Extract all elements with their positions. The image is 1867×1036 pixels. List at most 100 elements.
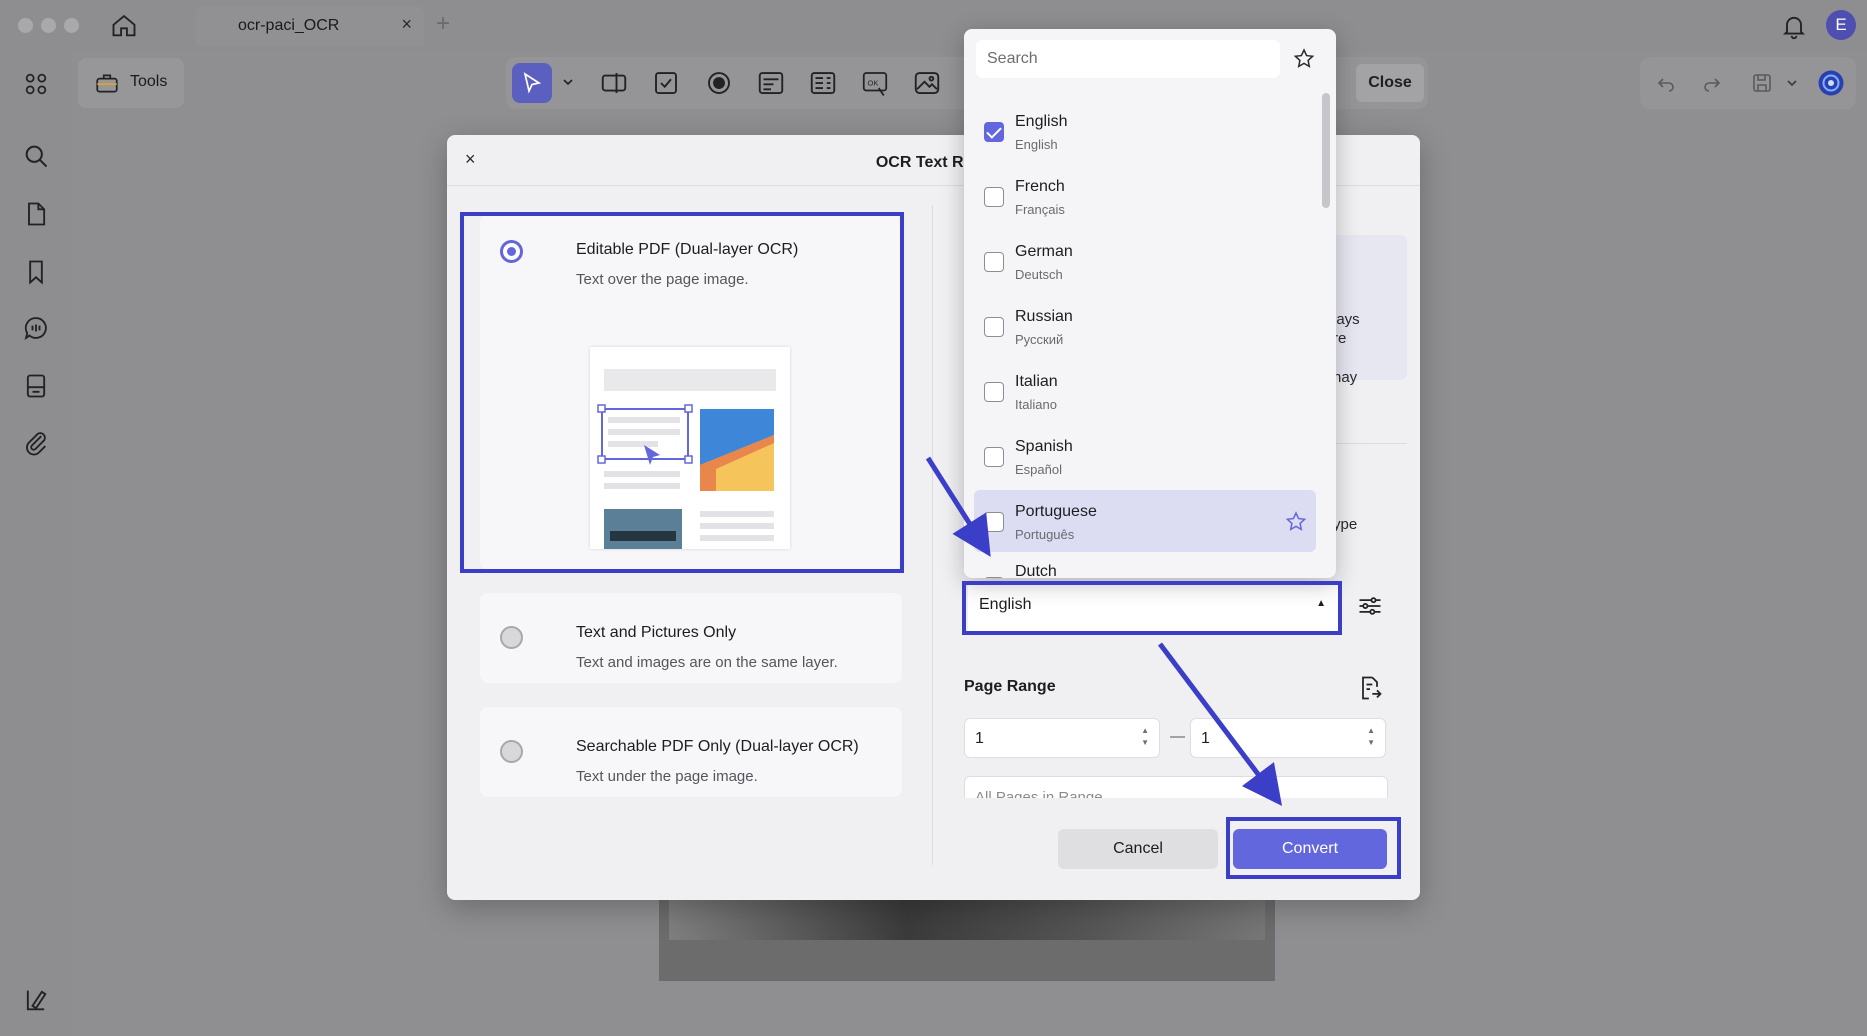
language-native-name: Português: [1015, 527, 1075, 542]
language-native-name: Русский: [1015, 332, 1064, 347]
home-icon[interactable]: [110, 12, 138, 40]
range-dash: —: [1170, 728, 1185, 745]
language-name: Spanish: [1015, 438, 1073, 455]
tab-close-button[interactable]: ×: [401, 14, 412, 35]
language-checkbox[interactable]: [984, 512, 1004, 532]
window-zoom-button[interactable]: [64, 18, 79, 33]
popup-scrollbar[interactable]: [1322, 93, 1330, 208]
favorite-star-icon[interactable]: [1284, 510, 1308, 534]
page-range-icon[interactable]: [1356, 674, 1384, 702]
language-checkbox[interactable]: [984, 447, 1004, 467]
left-sidebar: [0, 52, 72, 1036]
language-item-french[interactable]: French Français: [974, 165, 1316, 227]
option-title: Text and Pictures Only: [576, 624, 737, 641]
language-item-portuguese[interactable]: Portuguese Português: [974, 490, 1316, 552]
tools-button[interactable]: Tools: [78, 58, 184, 108]
radio-searchable-pdf[interactable]: [500, 740, 523, 763]
window-minimize-button[interactable]: [41, 18, 56, 33]
ocr-tool-icon[interactable]: OK: [860, 68, 890, 98]
stack-icon[interactable]: [22, 372, 50, 400]
range-subset-select[interactable]: All Pages in Range: [964, 776, 1388, 798]
language-native-name: Español: [1015, 462, 1062, 477]
language-checkbox[interactable]: [984, 252, 1004, 272]
language-checkbox[interactable]: [984, 577, 1004, 578]
save-icon[interactable]: [1750, 71, 1774, 95]
language-item-russian[interactable]: Russian Русский: [974, 295, 1316, 357]
range-subset-value: All Pages in Range: [975, 789, 1103, 798]
ai-assistant-icon[interactable]: [1816, 68, 1846, 98]
language-item-english[interactable]: English English: [974, 100, 1316, 162]
language-checkbox[interactable]: [984, 382, 1004, 402]
option-description: Text under the page image.: [576, 768, 758, 785]
page-range-label: Page Range: [964, 678, 1056, 695]
redo-icon[interactable]: [1700, 71, 1724, 95]
info-text-fragment: lays: [1333, 311, 1360, 328]
window-close-button[interactable]: [18, 18, 33, 33]
stepper-icon[interactable]: ▲ ▼: [1141, 725, 1149, 749]
adjust-icon[interactable]: [1356, 592, 1384, 620]
checkbox-tool-icon[interactable]: [651, 68, 681, 98]
language-name: Portuguese: [1015, 503, 1097, 520]
radio-text-and-pictures[interactable]: [500, 626, 523, 649]
new-tab-button[interactable]: +: [436, 10, 450, 38]
language-checkbox[interactable]: [984, 317, 1004, 337]
info-text-fragment: nay: [1333, 369, 1358, 386]
attachment-icon[interactable]: [22, 428, 50, 456]
language-item-german[interactable]: German Deutsch: [974, 230, 1316, 292]
range-from-input[interactable]: 1 ▲ ▼: [964, 718, 1160, 758]
language-name: Dutch: [1015, 563, 1057, 578]
radio-tool-icon[interactable]: [704, 68, 734, 98]
close-toolbar-button[interactable]: Close: [1356, 64, 1424, 102]
bell-icon[interactable]: [1780, 12, 1808, 40]
language-item-dutch[interactable]: Dutch: [974, 555, 1316, 578]
search-icon[interactable]: [22, 142, 50, 170]
language-item-spanish[interactable]: Spanish Español: [974, 425, 1316, 487]
language-native-name: English: [1015, 137, 1058, 152]
stepper-icon[interactable]: ▲ ▼: [1367, 725, 1375, 749]
toolbox-icon: [94, 70, 120, 96]
option-title: Searchable PDF Only (Dual-layer OCR): [576, 738, 859, 755]
grid-icon[interactable]: [22, 70, 50, 98]
right-tool-group: [1640, 57, 1856, 109]
page-icon[interactable]: [22, 200, 50, 228]
background-page-image: [669, 898, 1265, 940]
language-name: French: [1015, 178, 1065, 195]
sidebar-toggle-icon[interactable]: [22, 986, 50, 1014]
language-search-input[interactable]: [976, 40, 1280, 78]
language-popup: English English French Français German D…: [964, 29, 1336, 578]
option-text-and-pictures[interactable]: Text and Pictures Only Text and images a…: [480, 593, 902, 683]
language-native-name: Français: [1015, 202, 1065, 217]
tab-title: ocr-paci_OCR: [238, 17, 340, 34]
avatar[interactable]: E: [1826, 10, 1856, 40]
range-to-input[interactable]: 1 ▲ ▼: [1190, 718, 1386, 758]
combo-box-tool-icon[interactable]: [756, 68, 786, 98]
comment-icon[interactable]: [22, 314, 50, 342]
list-box-tool-icon[interactable]: [808, 68, 838, 98]
language-name: Italian: [1015, 373, 1058, 390]
annotation-highlight-language: [962, 581, 1342, 635]
text-field-tool-icon[interactable]: [599, 68, 629, 98]
language-name: German: [1015, 243, 1073, 260]
language-item-italian[interactable]: Italian Italiano: [974, 360, 1316, 422]
language-checkbox[interactable]: [984, 187, 1004, 207]
image-tool-icon[interactable]: [912, 68, 942, 98]
title-bar: ocr-paci_OCR × + E: [0, 0, 1867, 52]
range-from-value: 1: [975, 730, 984, 747]
language-native-name: Italiano: [1015, 397, 1057, 412]
language-checkbox[interactable]: [984, 122, 1004, 142]
option-searchable-pdf[interactable]: Searchable PDF Only (Dual-layer OCR) Tex…: [480, 707, 902, 797]
annotation-highlight-option: [460, 212, 904, 573]
panel-divider: [932, 205, 933, 865]
svg-text:OK: OK: [868, 79, 879, 88]
language-name: Russian: [1015, 308, 1073, 325]
language-native-name: Deutsch: [1015, 267, 1063, 282]
document-tab[interactable]: ocr-paci_OCR ×: [196, 6, 424, 46]
annotation-highlight-convert: [1226, 817, 1401, 879]
select-tool-button[interactable]: [512, 63, 552, 103]
chevron-down-icon[interactable]: [1784, 75, 1800, 91]
star-icon[interactable]: [1292, 47, 1316, 71]
cancel-button[interactable]: Cancel: [1058, 829, 1218, 869]
chevron-down-icon[interactable]: [560, 74, 576, 104]
undo-icon[interactable]: [1654, 71, 1678, 95]
bookmark-icon[interactable]: [22, 258, 50, 286]
